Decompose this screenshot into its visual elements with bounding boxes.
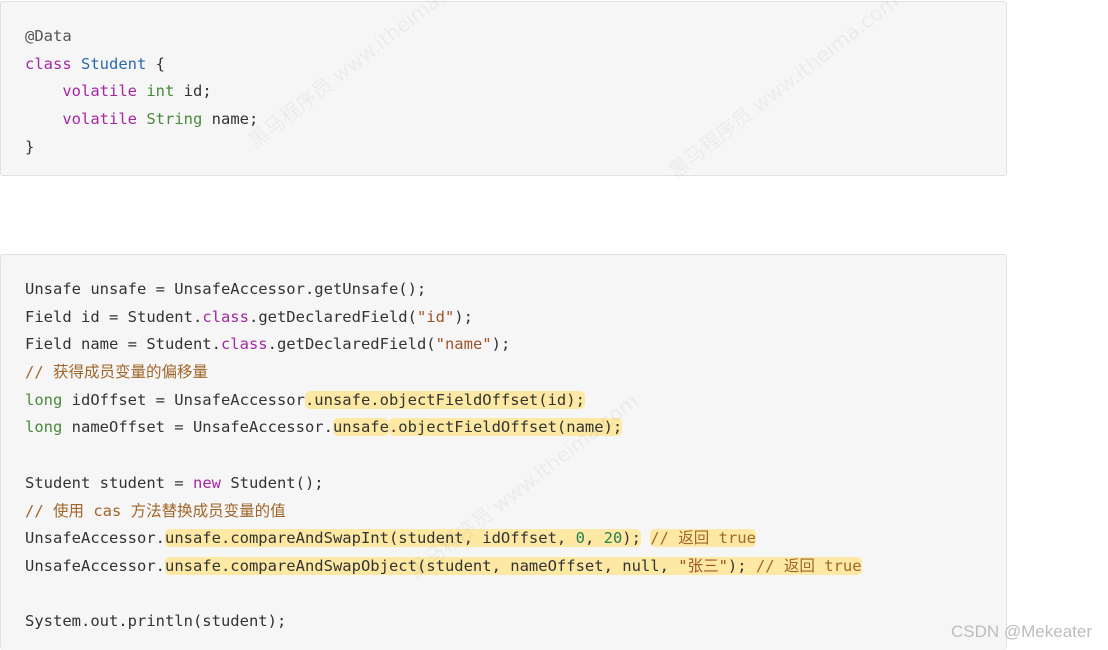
code-text: .getDeclaredField(	[248, 307, 417, 326]
code-text: Student();	[220, 473, 324, 492]
code-line: UnsafeAccessor.unsafe.compareAndSwapInt(…	[25, 525, 982, 553]
keyword: volatile	[62, 82, 137, 101]
number-literal: 0	[575, 529, 585, 548]
field-rest: name;	[202, 110, 259, 129]
type: int	[146, 82, 175, 101]
code-text: Field name = Student.	[25, 335, 221, 354]
code-text: );	[454, 307, 473, 326]
code-line: @Data	[25, 23, 982, 51]
csdn-credit: CSDN @Mekeater	[950, 622, 1092, 641]
code-line: // 使用 cas 方法替换成员变量的值	[25, 498, 982, 526]
comment: // 获得成员变量的偏移量	[25, 363, 208, 382]
highlighted-code: unsafe.compareAndSwapInt(student, idOffs…	[164, 529, 641, 548]
number-literal: 20	[603, 529, 623, 548]
code-line: // 获得成员变量的偏移量	[25, 359, 982, 387]
keyword: new	[192, 473, 221, 492]
code-text: );	[622, 529, 641, 548]
code-text: UnsafeAccessor.	[25, 529, 165, 548]
string-literal: "id"	[416, 307, 455, 326]
code-line: Unsafe unsafe = UnsafeAccessor.getUnsafe…	[25, 276, 982, 304]
code-text: ,	[584, 529, 604, 548]
type: long	[25, 418, 63, 437]
field-rest: id;	[174, 82, 212, 101]
code-line: volatile String name;	[25, 106, 982, 134]
code-line: System.out.println(student);	[25, 608, 982, 636]
keyword: class	[220, 335, 268, 354]
keyword: volatile	[62, 110, 137, 129]
code-text: );	[727, 556, 747, 575]
highlighted-code: unsafe.compareAndSwapObject(student, nam…	[164, 556, 862, 575]
code-block-student-class: @Data class Student { volatile int id; v…	[0, 1, 1007, 176]
brace: {	[146, 54, 166, 73]
code-text: .getDeclaredField(	[267, 335, 436, 354]
code-line: volatile int id;	[25, 78, 982, 106]
code-line: Field id = Student.class.getDeclaredFiel…	[25, 304, 982, 332]
code-text: Unsafe unsafe = UnsafeAccessor.getUnsafe…	[25, 280, 427, 298]
code-line: UnsafeAccessor.unsafe.compareAndSwapObje…	[25, 553, 982, 581]
type: String	[146, 110, 203, 129]
code-line: }	[25, 134, 982, 162]
keyword: class	[202, 307, 249, 326]
code-text: UnsafeAccessor.	[25, 556, 165, 575]
brace: }	[25, 137, 35, 156]
annotation: @Data	[25, 27, 72, 45]
code-text: Student student =	[25, 473, 193, 492]
code-line: class Student {	[25, 51, 982, 79]
code-line: Student student = new Student();	[25, 470, 982, 498]
highlighted-code: unsafe	[332, 418, 389, 437]
code-text: Field id = Student.	[25, 307, 203, 326]
code-line: long idOffset = UnsafeAccessor.unsafe.ob…	[25, 387, 982, 415]
comment: // 返回 true	[746, 556, 862, 575]
code-line: long nameOffset = UnsafeAccessor.unsafe.…	[25, 414, 982, 442]
class-name: Student	[81, 54, 147, 73]
keyword: class	[25, 54, 72, 73]
code-text: nameOffset = UnsafeAccessor.	[62, 418, 333, 437]
code-text: unsafe.compareAndSwapInt(student, idOffs…	[164, 529, 576, 548]
highlighted-code: .objectFieldOffset(name);	[388, 418, 623, 437]
code-text: );	[491, 335, 511, 354]
type: long	[25, 390, 63, 409]
string-literal: "name"	[435, 335, 492, 354]
string-literal: "张三"	[678, 556, 728, 575]
code-block-cas-example: Unsafe unsafe = UnsafeAccessor.getUnsafe…	[0, 254, 1007, 650]
code-text: unsafe.compareAndSwapObject(student, nam…	[164, 556, 679, 575]
comment: // 使用 cas 方法替换成员变量的值	[25, 501, 286, 520]
code-line: Field name = Student.class.getDeclaredFi…	[25, 331, 982, 359]
comment: // 返回 true	[650, 529, 756, 548]
code-text: System.out.println(student);	[25, 612, 287, 631]
highlighted-code: .unsafe.objectFieldOffset(id);	[304, 390, 585, 409]
code-text: idOffset = UnsafeAccessor	[62, 390, 305, 409]
